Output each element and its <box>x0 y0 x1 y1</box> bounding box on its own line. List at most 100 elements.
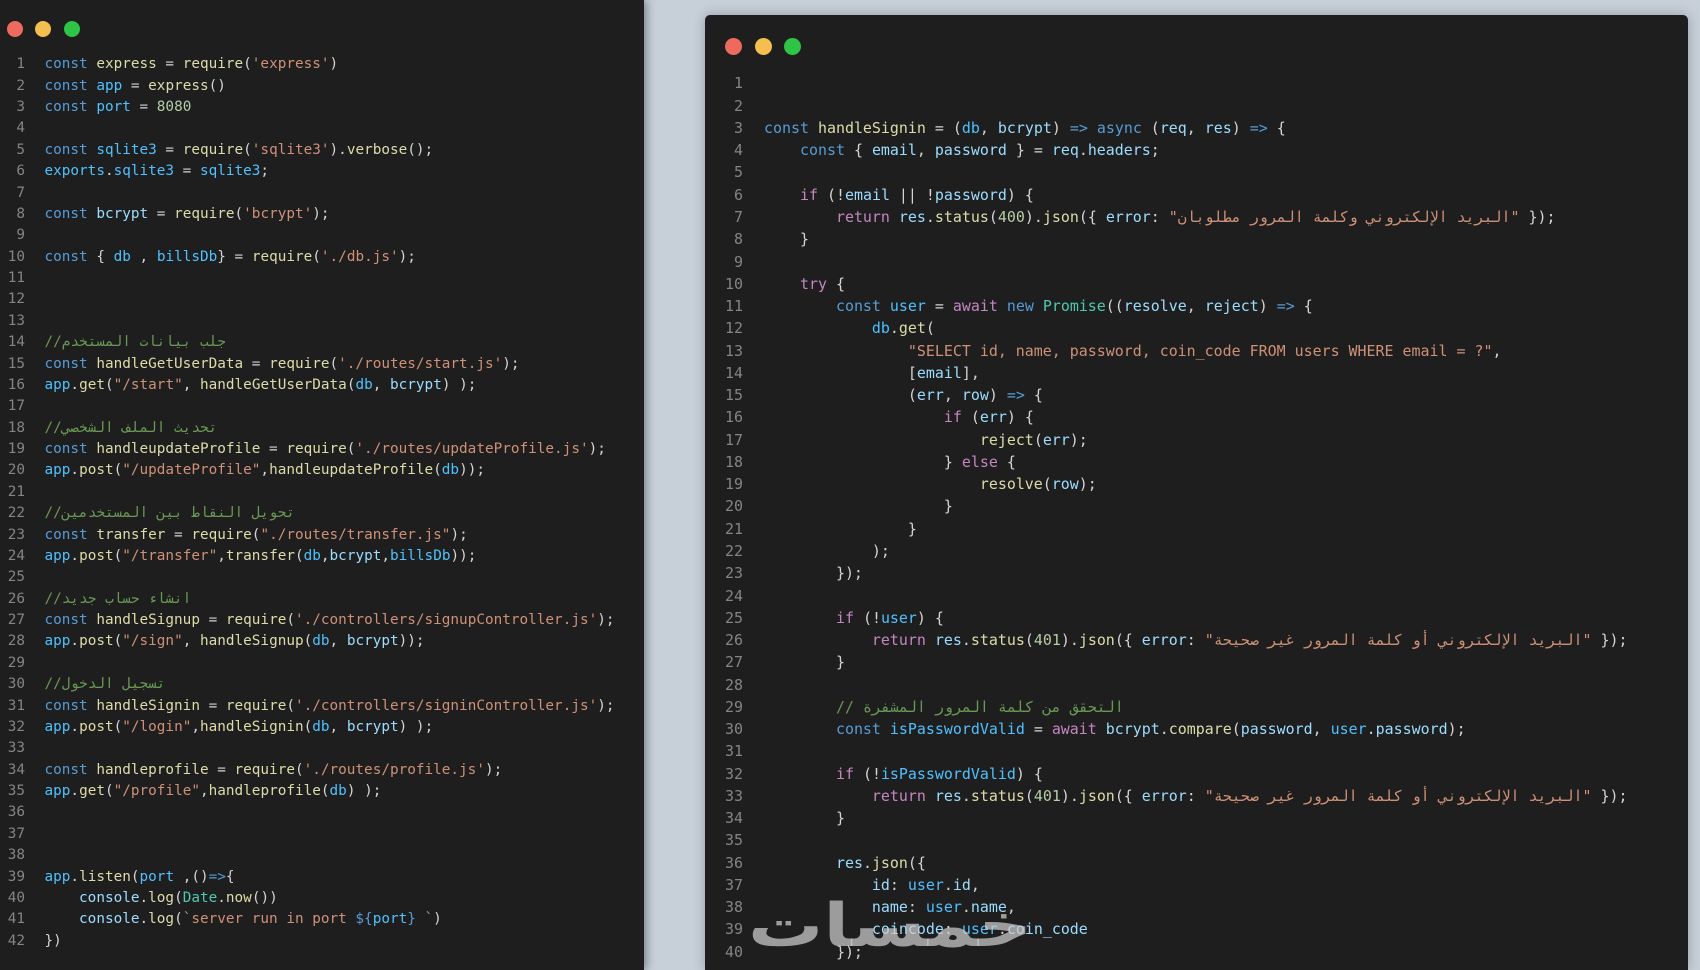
code-line: 36 res.json({ <box>705 852 1688 874</box>
code-token: user <box>1330 720 1367 739</box>
code-token: sqlite3 <box>113 163 175 180</box>
code-token: db <box>303 547 321 564</box>
code-text: const app = express() <box>45 76 226 97</box>
code-token: app <box>44 718 71 735</box>
right-code-area: 1 2 3 const handleSignin = (db, bcrypt) => … <box>705 72 1688 963</box>
code-token: res <box>934 631 962 650</box>
code-token: ({ <box>907 853 926 872</box>
code-token: const <box>44 612 88 629</box>
code-token: require <box>191 526 252 543</box>
code-token: "SELECT id, name, password, coin_code FR… <box>907 341 1493 360</box>
code-token: ); <box>484 761 503 778</box>
close-dot-icon[interactable] <box>7 21 23 37</box>
code-token: . <box>217 889 226 906</box>
line-number: 27 <box>7 612 25 629</box>
code-token: } = <box>1006 141 1052 160</box>
code-token: await <box>952 297 998 316</box>
code-text: }) <box>45 931 62 952</box>
line-number: 28 <box>7 633 25 650</box>
code-token: email <box>871 141 917 160</box>
code-token: resolve <box>979 475 1043 494</box>
code-token: const <box>44 56 88 73</box>
code-token: ); <box>597 612 615 629</box>
code-token: bcrypt <box>1105 720 1160 739</box>
line-number: 29 <box>7 654 25 671</box>
line-number: 22 <box>725 541 743 560</box>
code-token: { <box>225 868 235 885</box>
code-token: [ <box>764 363 917 382</box>
code-token: email <box>844 185 890 204</box>
code-token: post <box>79 718 114 735</box>
code-token: . <box>961 631 971 650</box>
line-number: 30 <box>725 720 743 739</box>
code-text: db.get( <box>764 317 935 339</box>
code-text: app.post("/transfer",transfer(db,bcrypt,… <box>45 546 477 567</box>
code-token: = <box>156 56 183 73</box>
code-text: } <box>764 228 809 250</box>
code-token: const <box>44 99 88 116</box>
code-line: 15 (err, row) => { <box>705 384 1688 406</box>
line-number: 31 <box>7 697 25 714</box>
code-text: const { db , billsDb} = require('./db.js… <box>45 247 416 268</box>
line-number: 6 <box>16 163 25 180</box>
close-dot-icon[interactable] <box>725 38 742 55</box>
code-token: ). <box>1060 786 1079 805</box>
code-token: if <box>943 408 962 427</box>
code-token: bcrypt <box>997 118 1052 137</box>
code-token: db <box>355 376 373 393</box>
code-token: => <box>1069 118 1088 137</box>
code-token: . <box>70 633 80 650</box>
zoom-dot-icon[interactable] <box>784 38 801 55</box>
code-token: bcrypt <box>390 376 442 393</box>
line-number: 4 <box>16 120 25 137</box>
code-token: . <box>70 783 80 800</box>
code-line: 6 exports.sqlite3 = sqlite3; <box>0 161 644 182</box>
code-token: ) ); <box>441 376 477 393</box>
code-token: . <box>997 920 1007 939</box>
code-token: . <box>1366 720 1376 739</box>
code-token: "/login" <box>122 718 192 735</box>
code-token: await <box>1051 720 1097 739</box>
code-text: app.get("/profile",handleprofile(db) ); <box>45 781 382 802</box>
minimize-dot-icon[interactable] <box>35 21 51 37</box>
code-token: './routes/profile.js' <box>303 761 485 778</box>
zoom-dot-icon[interactable] <box>64 21 80 37</box>
code-token: ) { <box>1006 408 1034 427</box>
line-number: 20 <box>7 462 25 479</box>
code-token: handleSignup <box>96 612 200 629</box>
code-token: . <box>1159 720 1169 739</box>
line-number: 22 <box>7 505 25 522</box>
code-token: './routes/updateProfile.js' <box>355 441 589 458</box>
code-token: return <box>871 631 926 650</box>
code-token: res <box>898 207 926 226</box>
code-token: . <box>862 853 872 872</box>
code-token: error <box>1141 786 1187 805</box>
code-token: = <box>165 526 192 543</box>
code-token: ); <box>588 441 606 458</box>
code-token: 'bcrypt' <box>243 205 313 222</box>
line-number: 24 <box>725 586 743 605</box>
code-token: ) ); <box>398 718 434 735</box>
code-token: , <box>1186 118 1205 137</box>
code-token: const <box>44 248 88 265</box>
code-token: . <box>139 889 149 906</box>
code-token: `server run in port <box>182 911 356 928</box>
line-number: 10 <box>7 248 25 265</box>
minimize-dot-icon[interactable] <box>755 38 772 55</box>
code-token: const <box>44 526 88 543</box>
code-token: . <box>70 547 80 564</box>
code-token: 8080 <box>156 99 192 116</box>
code-token: verbose <box>346 141 408 158</box>
left-code-area: 1 const express = require('express') 2 cons… <box>0 54 644 952</box>
line-number: 19 <box>7 441 25 458</box>
code-token: listen <box>79 868 131 885</box>
code-line: 23 }); <box>705 562 1688 584</box>
code-line: 21 <box>0 482 644 503</box>
